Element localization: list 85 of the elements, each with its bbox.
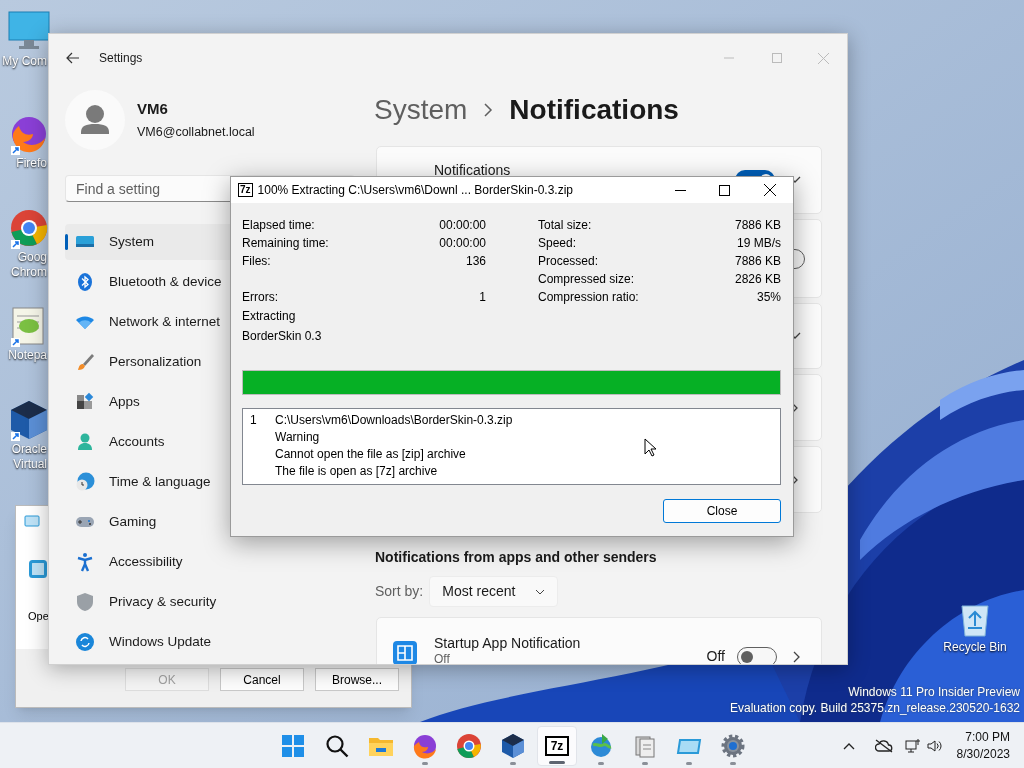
window-title: Settings — [99, 50, 143, 67]
status-text: BorderSkin 0.3 — [242, 328, 323, 345]
stat-label: Total size: — [538, 217, 592, 234]
section-heading: Notifications from apps and other senders — [375, 548, 658, 567]
user-email: VM6@collabnet.local — [137, 123, 255, 141]
globe-arrow-icon — [588, 732, 614, 759]
bluetooth-icon — [75, 272, 95, 292]
log-line: Warning — [275, 428, 320, 446]
desktop-icon-label: My Com — [2, 54, 47, 69]
desktop-icon-label: Firefo — [16, 156, 47, 171]
stat-value: 136 — [465, 253, 486, 270]
app-name: Startup App Notification — [434, 635, 581, 652]
pointer-icon — [644, 438, 656, 457]
toggle-switch[interactable] — [737, 646, 777, 664]
stat-value: 7886 KB — [734, 217, 781, 234]
maximize-icon[interactable] — [719, 184, 730, 196]
stat-value: 00:00:00 — [439, 217, 486, 234]
stat-label: Remaining time: — [242, 235, 329, 252]
nav-item[interactable]: Windows Update — [65, 624, 355, 660]
sort-label: Sort by: — [375, 582, 424, 601]
network-icon[interactable] — [904, 737, 921, 754]
browser-circle-icon — [456, 732, 482, 759]
app-status: Off — [434, 652, 451, 664]
window-icon — [29, 560, 47, 578]
back-arrow-icon[interactable] — [66, 52, 80, 64]
clock-time[interactable]: 7:00 PM — [965, 728, 1010, 746]
shield-icon — [75, 592, 95, 612]
avatar-icon — [65, 90, 125, 150]
start-icon — [280, 732, 306, 759]
log-line: Cannot open the file as [zip] archive — [275, 445, 466, 463]
close-icon[interactable] — [764, 184, 776, 196]
field-label: Ope — [28, 609, 49, 624]
apps-icon — [75, 392, 95, 412]
stat-value: 1 — [479, 289, 486, 306]
sort-dropdown[interactable]: Most recent — [429, 576, 559, 607]
status-text: Extracting — [242, 308, 297, 325]
taskbar-button[interactable]: 7z — [537, 725, 577, 766]
desktop-icon-label: Notepa — [8, 348, 47, 363]
card-title: Notifications — [434, 160, 511, 180]
volume-icon[interactable] — [926, 738, 943, 753]
app-logo: 7z — [238, 183, 253, 197]
chevron-down-icon — [535, 588, 546, 595]
page-title: Notifications — [509, 93, 679, 127]
stat-value: 2826 KB — [734, 271, 781, 288]
stat-value: 00:00:00 — [439, 235, 486, 252]
chevron-up-icon[interactable] — [842, 741, 855, 750]
gear-icon — [720, 732, 746, 759]
stat-value: 19 MB/s — [737, 235, 781, 252]
cloud-off-icon[interactable] — [874, 738, 893, 753]
stat-value: 7886 KB — [734, 253, 781, 270]
toggle-label: Off — [706, 647, 725, 664]
desktop-icon-label: Recycle Bin — [943, 639, 1007, 656]
refresh-icon — [75, 632, 95, 652]
chevron-right-icon — [483, 103, 494, 117]
dialog-button[interactable]: Cancel — [220, 668, 304, 691]
stat-label: Compression ratio: — [538, 289, 639, 306]
clock-date[interactable]: 8/30/2023 — [956, 745, 1010, 763]
log-line: C:\Users\vm6\Downloads\BorderSkin-0.3.zip — [275, 411, 513, 429]
dialog-button[interactable]: Browse... — [315, 668, 399, 691]
stat-label: Compressed size: — [538, 271, 635, 288]
breadcrumb-parent[interactable]: System — [374, 89, 468, 131]
watermark-text: Evaluation copy. Build 25375.zn_release.230520-1632 — [730, 700, 1020, 716]
nav-item[interactable]: Accessibility — [65, 544, 355, 580]
window-icon — [24, 515, 40, 527]
stat-label: Processed: — [538, 253, 599, 270]
stat-label: Errors: — [242, 289, 278, 306]
stat-value: 35% — [756, 289, 781, 306]
brush-icon — [75, 352, 95, 372]
fox-globe-icon — [412, 732, 438, 759]
globe-clock-icon — [75, 472, 95, 492]
user-name: VM6 — [137, 99, 169, 120]
log-line: The file is open as [7z] archive — [275, 462, 438, 480]
app-row[interactable]: Startup App Notification Off Off — [376, 617, 822, 664]
nav-item[interactable]: Privacy & security — [65, 584, 355, 620]
desktop-icon-label: Oracle Virtual — [11, 442, 47, 472]
accessibility-icon — [75, 552, 95, 572]
log-index: 1 — [250, 412, 257, 427]
stat-label: Speed: — [538, 235, 577, 252]
close-button[interactable]: Close — [663, 499, 781, 523]
watermark-text: Windows 11 Pro Insider Preview — [848, 684, 1020, 700]
person-icon — [75, 432, 95, 452]
cube-icon — [500, 732, 526, 759]
search-icon — [324, 732, 350, 759]
desktop-icon-label: Goog Chrom — [11, 250, 47, 280]
chevron-right-icon[interactable] — [793, 650, 801, 663]
